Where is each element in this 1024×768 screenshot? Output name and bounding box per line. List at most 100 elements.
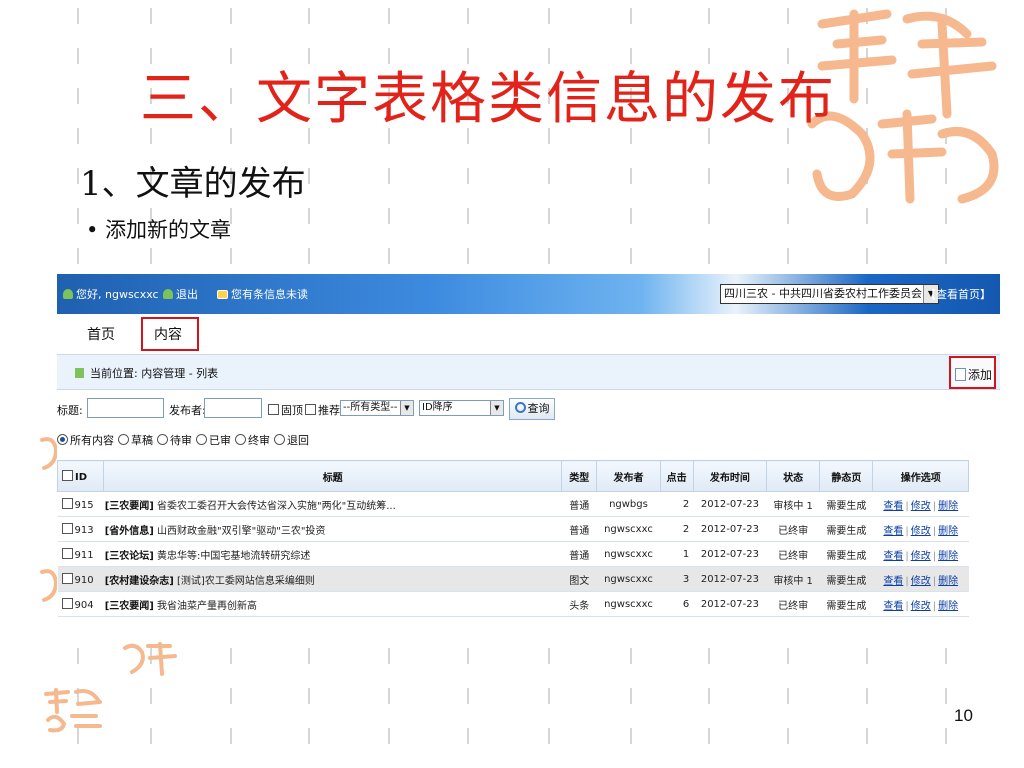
- top-checkbox[interactable]: 固顶: [268, 402, 303, 418]
- category-tag[interactable]: [三农要闻]: [105, 601, 154, 612]
- edit-link[interactable]: 修改: [911, 551, 931, 562]
- status-radio[interactable]: 草稿: [118, 434, 153, 447]
- status-radio[interactable]: 所有内容: [57, 434, 114, 447]
- cell-title[interactable]: [三农要闻] 我省油菜产量再创新高: [103, 591, 562, 617]
- status-radio-label: 已审: [209, 434, 231, 447]
- row-id: 913: [74, 524, 94, 536]
- status-radio[interactable]: 终审: [235, 434, 270, 447]
- delete-link[interactable]: 删除: [938, 601, 958, 612]
- guide-dash: [945, 248, 947, 264]
- category-tag[interactable]: [三农论坛]: [105, 551, 154, 562]
- status-radio[interactable]: 已审: [196, 434, 231, 447]
- radio-icon[interactable]: [157, 434, 168, 445]
- breadcrumb-bar: 当前位置: 内容管理 - 列表: [57, 355, 1000, 390]
- row-checkbox[interactable]: [61, 597, 73, 609]
- cell-static: 需要生成: [819, 491, 873, 517]
- view-link[interactable]: 查看: [883, 576, 903, 587]
- view-link[interactable]: 查看: [883, 501, 903, 512]
- view-link[interactable]: 查看: [883, 526, 903, 537]
- delete-link[interactable]: 删除: [938, 501, 958, 512]
- radio-icon[interactable]: [57, 434, 68, 445]
- recommend-label: 推荐: [318, 404, 340, 417]
- cell-static: 需要生成: [819, 541, 873, 567]
- table-row[interactable]: 904 [三农要闻] 我省油菜产量再创新高 头条 ngwscxxc 6 2012-07-2…: [57, 591, 969, 617]
- delete-link[interactable]: 删除: [938, 526, 958, 537]
- radio-icon[interactable]: [274, 434, 285, 445]
- article-title[interactable]: 我省油菜产量再创新高: [157, 601, 257, 612]
- cell-clicks: 3: [660, 566, 694, 592]
- radio-icon[interactable]: [196, 434, 207, 445]
- category-tag[interactable]: [三农要闻]: [105, 501, 154, 512]
- messages-link[interactable]: 您有条信息未读: [217, 286, 308, 302]
- radio-icon[interactable]: [118, 434, 129, 445]
- article-title[interactable]: 省委农工委召开大会传达省深入实施"两化"互动统筹...: [157, 501, 396, 512]
- guide-dash: [388, 8, 390, 24]
- cell-status: 审核中 1: [766, 491, 820, 517]
- guide-dash: [787, 728, 789, 744]
- guide-dash: [548, 248, 550, 264]
- guide-dash: [308, 248, 310, 264]
- bullet-text: 添加新的文章: [105, 218, 232, 242]
- guide-dash: [708, 8, 710, 24]
- cell-clicks: 6: [660, 591, 694, 617]
- radio-icon[interactable]: [235, 434, 246, 445]
- edit-link[interactable]: 修改: [911, 501, 931, 512]
- status-radio-group: 所有内容 草稿 待审 已审 终审 退回: [57, 432, 313, 448]
- cell-title[interactable]: [农村建设杂志] [测试]农工委网站信息采编细则: [103, 566, 562, 592]
- row-checkbox[interactable]: [61, 522, 73, 534]
- cell-title[interactable]: [三农论坛] 黄忠华等:中国宅基地流转研究综述: [103, 541, 562, 567]
- query-button[interactable]: 查询: [509, 398, 555, 420]
- view-link[interactable]: 查看: [883, 601, 903, 612]
- status-radio[interactable]: 退回: [274, 434, 309, 447]
- table-row[interactable]: 913 [省外信息] 山西财政金融"双引擎"驱动"三农"投资 普通 ngwscxxc 2…: [57, 516, 969, 542]
- table-header-row: ID 标题 类型 发布者 点击 发布时间 状态 静态页 操作选项: [57, 460, 969, 492]
- title-label: 标题:: [57, 404, 83, 417]
- edit-link[interactable]: 修改: [911, 601, 931, 612]
- guide-dash: [945, 688, 947, 704]
- guide-dash: [77, 648, 79, 664]
- article-title[interactable]: [测试]农工委网站信息采编细则: [177, 576, 315, 587]
- status-radio[interactable]: 待审: [157, 434, 192, 447]
- tab-home[interactable]: 首页: [87, 324, 115, 344]
- guide-dash: [787, 248, 789, 264]
- row-checkbox[interactable]: [61, 497, 73, 509]
- logout-link[interactable]: 退出: [163, 286, 198, 302]
- table-row[interactable]: 915 [三农要闻] 省委农工委召开大会传达省深入实施"两化"互动统筹... 普通 n…: [57, 491, 969, 517]
- delete-link[interactable]: 删除: [938, 551, 958, 562]
- slide-subtitle: 1、文章的发布: [80, 164, 306, 204]
- row-checkbox[interactable]: [61, 572, 73, 584]
- table-row[interactable]: 910 [农村建设杂志] [测试]农工委网站信息采编细则 图文 ngwscxxc 3 20…: [57, 566, 969, 592]
- checkbox[interactable]: [268, 404, 279, 415]
- article-title[interactable]: 黄忠华等:中国宅基地流转研究综述: [157, 551, 310, 562]
- checkbox[interactable]: [305, 404, 316, 415]
- delete-link[interactable]: 删除: [938, 576, 958, 587]
- title-input[interactable]: [87, 398, 164, 418]
- table-row[interactable]: 911 [三农论坛] 黄忠华等:中国宅基地流转研究综述 普通 ngwscxxc 1 201…: [57, 541, 969, 567]
- category-tag[interactable]: [省外信息]: [105, 526, 154, 537]
- add-button[interactable]: 添加: [949, 356, 996, 389]
- edit-link[interactable]: 修改: [911, 576, 931, 587]
- view-link[interactable]: 查看: [883, 551, 903, 562]
- guide-dash: [630, 688, 632, 704]
- new-page-icon: [955, 368, 966, 381]
- author-label: 发布者:: [169, 404, 206, 417]
- article-title[interactable]: 山西财政金融"双引擎"驱动"三农"投资: [157, 526, 325, 537]
- site-select[interactable]: 四川三农 - 中共四川省委农村工作委员会 ▼: [720, 284, 939, 304]
- edit-link[interactable]: 修改: [911, 526, 931, 537]
- guide-dash: [787, 168, 789, 184]
- category-tag[interactable]: [农村建设杂志]: [105, 576, 174, 587]
- author-input[interactable]: [204, 398, 262, 418]
- order-select[interactable]: ID降序 ▼: [419, 400, 504, 416]
- filter-bar: 标题: 发布者: 固顶 推荐 --所有类型-- ▼ ID降序 ▼ 查询: [57, 398, 1000, 422]
- cell-title[interactable]: [省外信息] 山西财政金融"双引擎"驱动"三农"投资: [103, 516, 562, 542]
- recommend-checkbox[interactable]: 推荐: [305, 402, 340, 418]
- row-checkbox[interactable]: [61, 547, 73, 559]
- select-all-checkbox[interactable]: [62, 469, 73, 481]
- view-home-link[interactable]: 【查看首页】: [925, 286, 991, 302]
- guide-dash: [388, 208, 390, 224]
- cell-date: 2012-07-23: [693, 491, 767, 517]
- header-actions: 操作选项: [872, 460, 969, 492]
- cell-title[interactable]: [三农要闻] 省委农工委召开大会传达省深入实施"两化"互动统筹...: [103, 491, 562, 517]
- type-select[interactable]: --所有类型-- ▼: [340, 400, 414, 416]
- cell-author: ngwscxxc: [596, 541, 661, 567]
